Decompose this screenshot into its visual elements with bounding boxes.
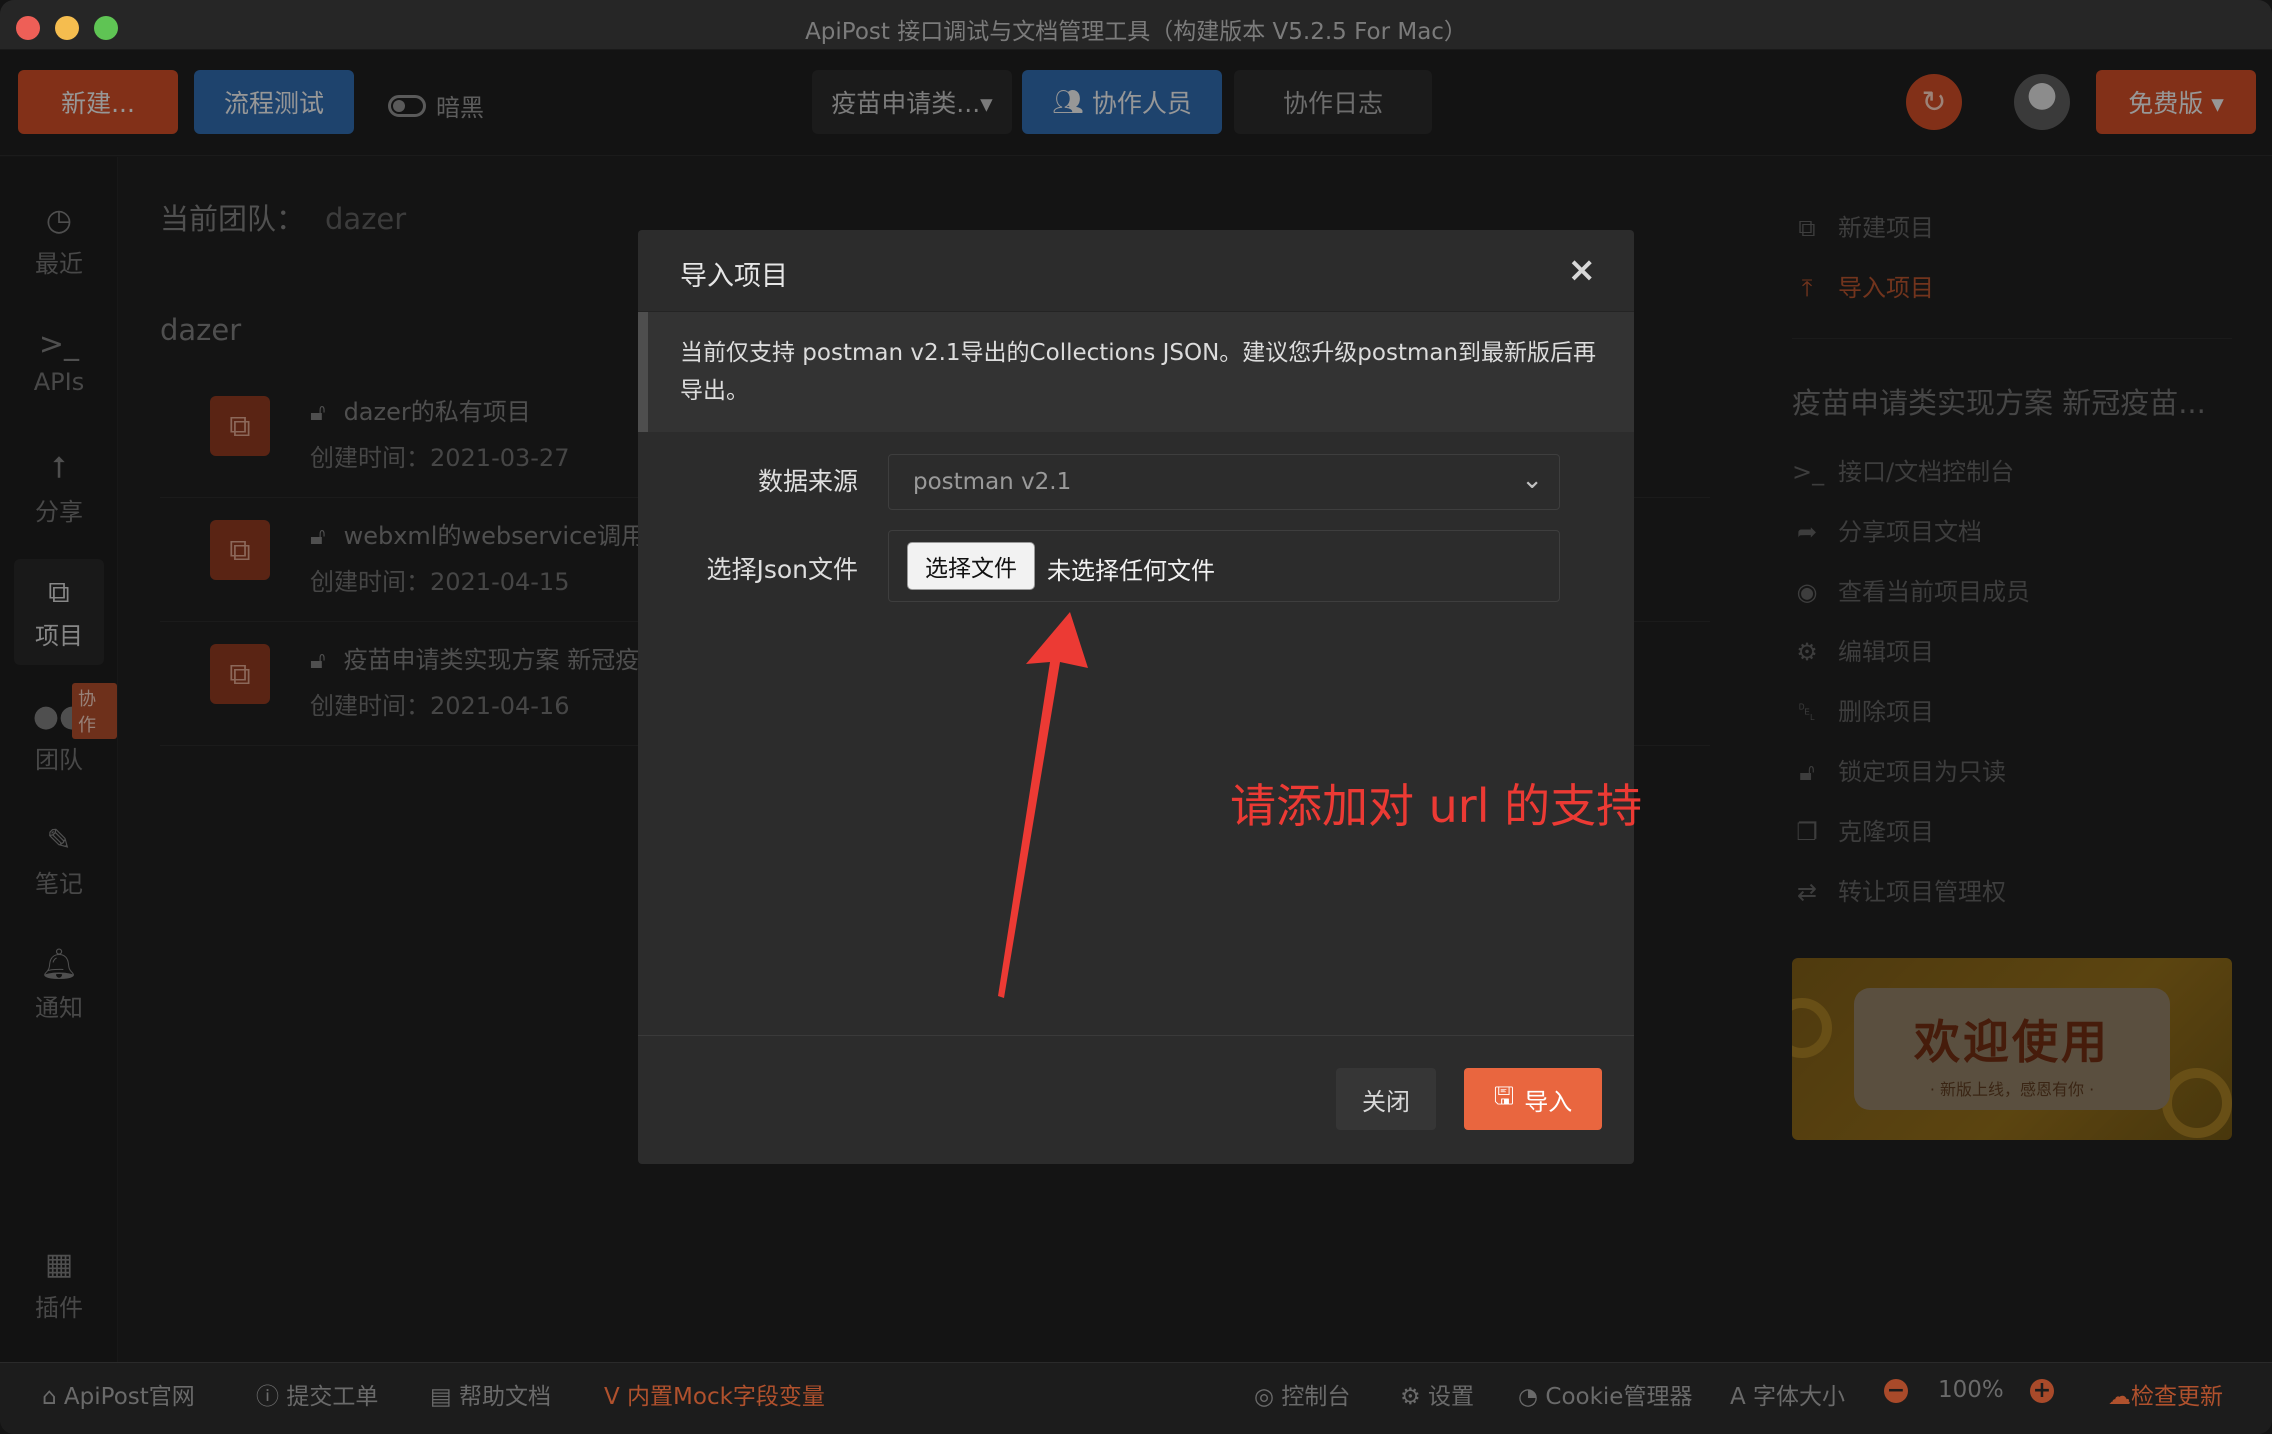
site-label: ApiPost官网 <box>63 1384 195 1410</box>
cookie-label: Cookie管理器 <box>1545 1384 1693 1410</box>
close-button[interactable]: 关闭 <box>1336 1068 1436 1130</box>
mock-label: 内置Mock字段变量 <box>627 1384 825 1410</box>
ticket-label: 提交工单 <box>286 1384 379 1410</box>
title-bar: ApiPost 接口调试与文档管理工具（构建版本 V5.2.5 For Mac） <box>0 0 2272 50</box>
json-file-input[interactable]: 选择文件 未选择任何文件 <box>888 530 1560 602</box>
data-source-select[interactable]: postman v2.1 ⌄ <box>888 454 1560 510</box>
help-label: 帮助文档 <box>459 1384 552 1410</box>
save-icon: 🖫︎ <box>1493 1081 1515 1110</box>
annotation-text: 请添加对 url 的支持 <box>1230 779 1643 833</box>
settings-label: 设置 <box>1427 1384 1474 1410</box>
pie-icon: ◔ <box>1518 1384 1539 1410</box>
zoom-in-button[interactable]: + <box>2030 1377 2054 1403</box>
window-title: ApiPost 接口调试与文档管理工具（构建版本 V5.2.5 For Mac） <box>805 19 1467 45</box>
site-link[interactable]: ⌂ ApiPost官网 <box>42 1377 195 1411</box>
zoom-level: 100% <box>1938 1377 2004 1403</box>
cookie-manager-link[interactable]: ◔ Cookie管理器 <box>1518 1377 1692 1411</box>
book-icon: ▤ <box>430 1384 452 1410</box>
app-window: ApiPost 接口调试与文档管理工具（构建版本 V5.2.5 For Mac）… <box>0 0 2272 1434</box>
plus-icon[interactable]: + <box>2030 1378 2054 1403</box>
font-label: 字体大小 <box>1753 1384 1846 1410</box>
minus-icon[interactable]: − <box>1884 1378 1908 1403</box>
file-status-text: 未选择任何文件 <box>1047 557 1215 585</box>
cloud-download-icon: ☁ <box>2108 1384 2131 1410</box>
console-icon: ◎ <box>1254 1384 1275 1410</box>
import-button-label: 导入 <box>1524 1087 1573 1116</box>
mock-vars-link[interactable]: V 内置Mock字段变量 <box>604 1377 825 1411</box>
data-source-label: 数据来源 <box>757 467 858 496</box>
console-label: 控制台 <box>1281 1384 1351 1410</box>
data-source-value: postman v2.1 <box>913 469 1072 495</box>
zoom-out-button[interactable]: − <box>1884 1377 1908 1403</box>
import-project-dialog: 导入项目 × 当前仅支持 postman v2.1导出的Collections … <box>638 230 1642 1164</box>
ticket-link[interactable]: ⓘ 提交工单 <box>256 1377 378 1411</box>
import-button[interactable]: 🖫︎ 导入 <box>1464 1068 1602 1130</box>
annotation-arrow-icon <box>998 612 1088 998</box>
help-circle-icon: ⓘ <box>256 1384 279 1410</box>
mock-v-icon: V <box>604 1384 620 1410</box>
choose-file-button[interactable]: 选择文件 <box>907 542 1035 590</box>
dialog-footer-divider <box>638 1035 1634 1036</box>
gear-icon: ⚙ <box>1400 1384 1421 1410</box>
annotation-arrow-shape <box>998 612 1088 998</box>
check-update-link[interactable]: ☁检查更新 <box>2108 1377 2223 1411</box>
dialog-note: 当前仅支持 postman v2.1导出的Collections JSON。建议… <box>638 312 1634 432</box>
dialog-header: 导入项目 × <box>638 230 1634 312</box>
console-link[interactable]: ◎ 控制台 <box>1254 1377 1350 1411</box>
font-a-icon: A <box>1730 1384 1746 1410</box>
status-bar: ⌂ ApiPost官网 ⓘ 提交工单 ▤ 帮助文档 V 内置Mock字段变量 ◎… <box>0 1362 2272 1434</box>
font-size-label: A 字体大小 <box>1730 1377 1845 1411</box>
help-docs-link[interactable]: ▤ 帮助文档 <box>430 1377 551 1411</box>
update-label: 检查更新 <box>2131 1384 2223 1410</box>
home-icon: ⌂ <box>42 1384 57 1410</box>
json-file-label: 选择Json文件 <box>706 555 858 584</box>
close-icon[interactable]: × <box>1568 250 1597 290</box>
settings-link[interactable]: ⚙ 设置 <box>1400 1377 1474 1411</box>
chevron-down-icon: ⌄ <box>1521 465 1543 495</box>
dialog-title: 导入项目 <box>680 261 788 292</box>
